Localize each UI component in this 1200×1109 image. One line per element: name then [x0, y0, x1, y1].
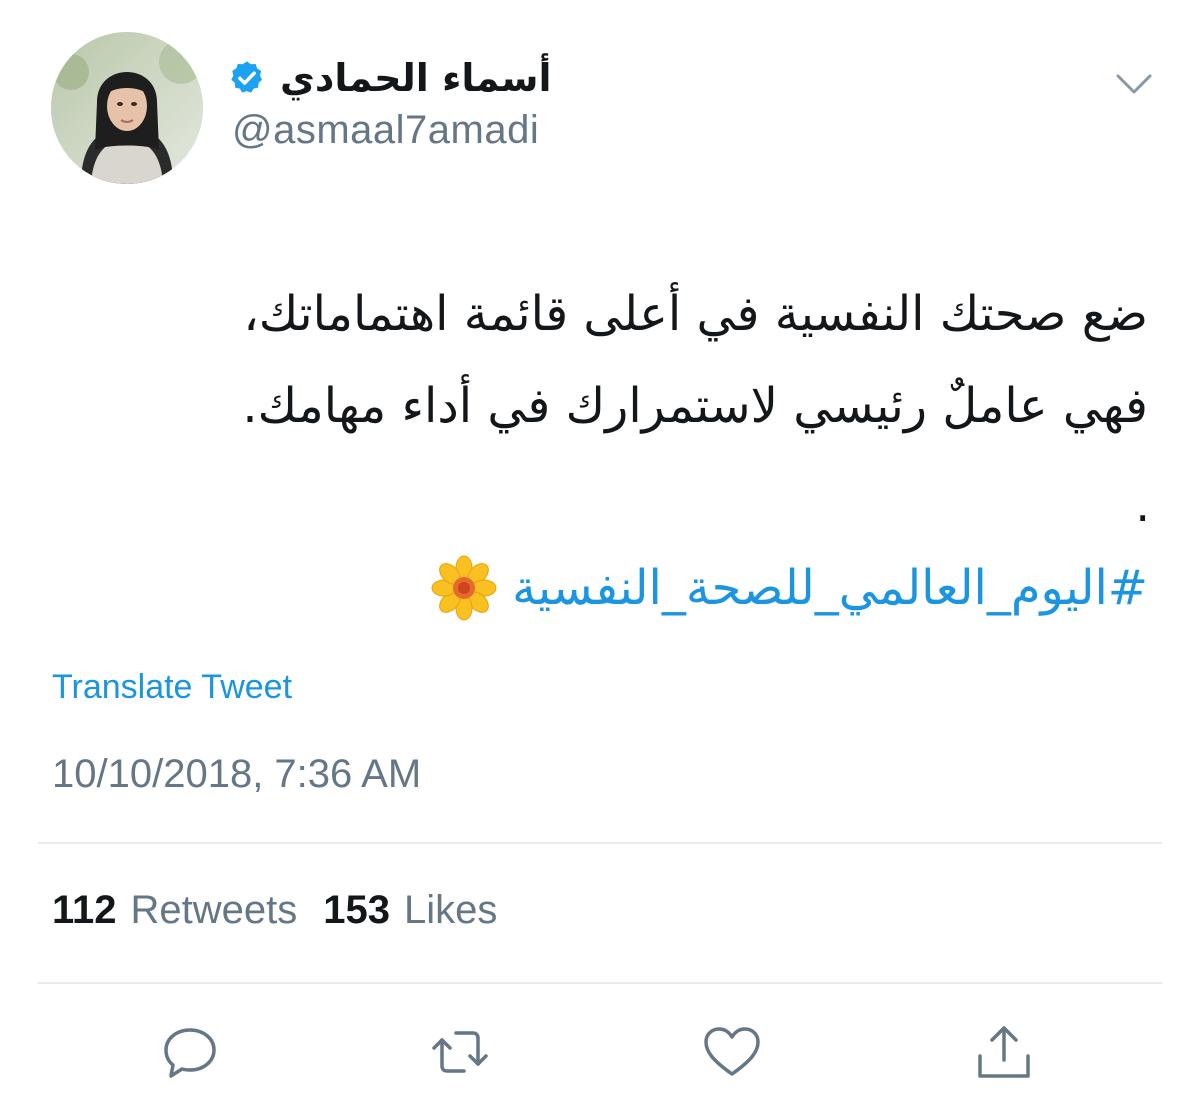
reply-icon[interactable] [158, 1020, 222, 1084]
likes-stat[interactable]: 153 Likes [323, 888, 497, 933]
tweet-timestamp[interactable]: 10/10/2018, 7:36 AM [52, 752, 421, 797]
chevron-down-icon[interactable] [1112, 68, 1156, 102]
user-handle[interactable]: @asmaal7amadi [232, 108, 539, 153]
sunflower-icon [430, 554, 498, 622]
divider [38, 842, 1162, 844]
retweets-label: Retweets [130, 888, 298, 932]
tweet-text: ضع صحتك النفسية في أعلى قائمة اهتماماتك،… [48, 268, 1148, 452]
display-name[interactable]: أسماء الحمادي [280, 56, 552, 100]
hashtag-row: #اليوم_العالمي_للصحة_النفسية [430, 548, 1148, 628]
hashtag-link[interactable]: #اليوم_العالمي_للصحة_النفسية [512, 560, 1148, 616]
divider [38, 982, 1162, 984]
avatar-image [51, 32, 203, 184]
tweet-text-line: ضع صحتك النفسية في أعلى قائمة اهتماماتك، [243, 286, 1148, 342]
tweet-text-line: فهي عاملٌ رئيسي لاستمرارك في أداء مهامك. [242, 378, 1148, 434]
user-header[interactable]: أسماء الحمادي [228, 50, 552, 106]
like-icon[interactable] [700, 1020, 764, 1084]
translate-tweet-link[interactable]: Translate Tweet [52, 668, 292, 707]
retweets-stat[interactable]: 112 Retweets [52, 888, 297, 933]
tweet-stats: 112 Retweets 153 Likes [52, 888, 511, 933]
retweet-icon[interactable] [428, 1020, 492, 1084]
tweet-text-dot: . [1135, 478, 1150, 532]
likes-count: 153 [323, 888, 391, 932]
likes-label: Likes [404, 888, 498, 932]
verified-badge-icon [228, 59, 266, 97]
avatar[interactable] [51, 32, 203, 184]
share-icon[interactable] [972, 1020, 1036, 1084]
retweets-count: 112 [52, 888, 117, 932]
